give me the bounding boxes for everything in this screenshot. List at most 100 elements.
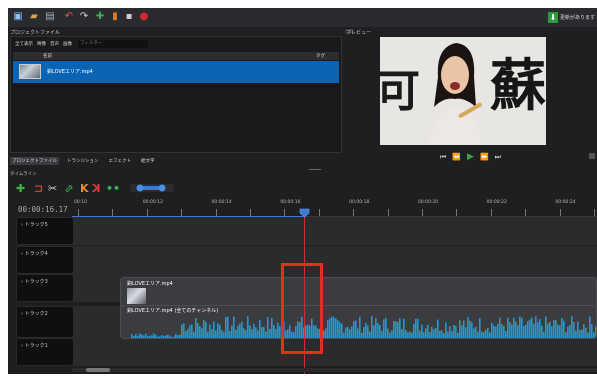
waveform-bar xyxy=(267,317,269,338)
timecode-display: 00:00:16.17 xyxy=(18,205,68,214)
tab-effects[interactable]: エフェクト xyxy=(107,157,134,165)
fast-forward-icon[interactable]: ⏩ xyxy=(480,153,489,161)
scrollbar-thumb[interactable] xyxy=(86,368,110,372)
add-marker-icon[interactable]: ⬀ xyxy=(64,183,73,194)
video-clip-name: 鈎LOVEエリア.mp4 xyxy=(127,281,173,287)
waveform-bar xyxy=(363,326,365,338)
waveform-bar xyxy=(131,334,133,338)
waveform-bar xyxy=(193,331,195,338)
track-name: › トラック1 xyxy=(21,343,48,349)
waveform-bar xyxy=(237,325,239,338)
waveform-bar xyxy=(387,328,389,338)
snap-icon[interactable]: ⊐ xyxy=(34,183,43,194)
waveform-bar xyxy=(541,325,543,338)
track-name: › トラック4 xyxy=(21,251,48,257)
playhead-handle[interactable] xyxy=(299,208,310,218)
waveform-bar xyxy=(389,332,391,338)
waveform-bar xyxy=(501,324,503,338)
waveform-bar xyxy=(549,321,551,338)
export-video-icon[interactable]: ● xyxy=(138,11,150,23)
jump-start-icon[interactable]: ⏮ xyxy=(440,153,446,162)
column-name[interactable]: 名前 xyxy=(43,53,52,59)
waveform-bar xyxy=(533,323,535,338)
filter-input[interactable]: フィルター xyxy=(78,40,148,48)
waveform-bar xyxy=(263,327,265,338)
waveform-bar xyxy=(441,330,443,338)
razor-icon[interactable]: ✂ xyxy=(48,183,57,194)
undo-icon[interactable]: ↶ xyxy=(63,11,75,23)
track-lane[interactable] xyxy=(72,338,597,366)
add-track-icon[interactable]: ✚ xyxy=(16,183,25,194)
redo-icon[interactable]: ↷ xyxy=(78,11,90,23)
jump-end-icon[interactable]: ⏭ xyxy=(495,153,501,162)
waveform-bar xyxy=(575,330,577,338)
ruler-tick xyxy=(422,209,423,216)
waveform-bar xyxy=(595,326,596,338)
waveform-bar xyxy=(473,328,475,338)
waveform-bar xyxy=(331,316,333,338)
preview-dock-button[interactable] xyxy=(589,153,595,159)
waveform-bar xyxy=(445,322,447,338)
track-header[interactable]: › トラック1 xyxy=(16,338,74,366)
tab-emojis[interactable]: 絵文字 xyxy=(139,157,157,165)
ruler-tick xyxy=(353,209,355,216)
waveform-bar xyxy=(351,326,353,338)
waveform-bar xyxy=(449,326,451,338)
filter-video[interactable]: 映像 xyxy=(37,41,46,47)
track-lane[interactable] xyxy=(72,246,597,274)
waveform-bar xyxy=(241,321,243,338)
center-playhead-icon[interactable]: •• xyxy=(106,183,120,194)
audio-clip[interactable]: 鈎LOVEエリア.mp4 (全てのチャンネル) xyxy=(120,305,597,339)
next-marker-icon[interactable]: K xyxy=(92,182,101,195)
waveform-bar xyxy=(227,316,229,338)
previous-marker-icon[interactable]: K xyxy=(80,183,89,194)
rewind-icon[interactable]: ⏪ xyxy=(452,153,461,161)
new-project-icon[interactable]: ▣ xyxy=(12,11,24,23)
tab-transitions[interactable]: トランジション xyxy=(65,157,101,165)
track-lane[interactable] xyxy=(72,217,597,245)
ruler-tick xyxy=(456,209,458,216)
waveform-bar xyxy=(175,334,177,338)
waveform-bar xyxy=(443,332,445,338)
zoom-slider[interactable] xyxy=(130,183,174,193)
waveform-bar xyxy=(463,320,465,338)
ruler-tick xyxy=(559,209,561,216)
tab-project-files[interactable]: プロジェクトファイル xyxy=(10,157,59,165)
waveform-bar xyxy=(233,316,235,338)
waveform-bar xyxy=(169,335,171,338)
save-project-icon[interactable]: ▤ xyxy=(44,11,56,23)
file-list-item[interactable]: 鈎LOVEエリア.mp4 xyxy=(13,61,339,83)
filter-image[interactable]: 画像 xyxy=(63,41,72,47)
track-header[interactable]: › トラック5 xyxy=(16,217,74,245)
play-icon[interactable]: ▶ xyxy=(467,152,474,162)
filter-show-all[interactable]: 全て表示 xyxy=(15,41,33,47)
import-files-icon[interactable]: ✚ xyxy=(94,11,106,23)
track-header[interactable]: › トラック4 xyxy=(16,246,74,274)
ruler-label: 00:00:16 xyxy=(280,200,301,205)
waveform-bar xyxy=(447,331,449,338)
filter-audio[interactable]: 音声 xyxy=(50,41,59,47)
track-header[interactable]: › トラック3 xyxy=(16,274,74,302)
ruler-label: 00:00:12 xyxy=(142,200,163,205)
open-project-icon[interactable]: ▰ xyxy=(28,11,40,23)
waveform-bar xyxy=(427,324,429,338)
waveform-bar xyxy=(429,331,431,338)
ruler-tick xyxy=(250,209,251,216)
waveform-bar xyxy=(197,322,199,338)
waveform-bar xyxy=(195,318,197,338)
splitter-handle[interactable] xyxy=(309,169,321,170)
fullscreen-icon[interactable]: ▪ xyxy=(123,11,135,23)
timeline-scrollbar[interactable] xyxy=(72,368,597,372)
update-available-button[interactable]: ⬇ 更新があります xyxy=(547,11,595,24)
download-arrow-icon: ⬇ xyxy=(547,12,558,23)
waveform-bar xyxy=(139,333,141,338)
track-header[interactable]: › トラック2 xyxy=(16,306,74,338)
main-toolbar: ▣ ▰ ▤ ↶ ↷ ✚ ▮ ▪ ● ⬇ 更新があります xyxy=(8,8,597,27)
waveform-bar xyxy=(425,328,427,338)
waveform-bar xyxy=(337,320,339,338)
column-tags[interactable]: タグ xyxy=(316,53,325,59)
file-thumbnail xyxy=(19,64,41,79)
choose-profile-icon[interactable]: ▮ xyxy=(109,11,121,23)
waveform-bar xyxy=(539,318,541,338)
time-ruler[interactable]: 00:10 00:00:12 00:00:14 00:00:16 00:00:18 00:… xyxy=(72,199,597,217)
